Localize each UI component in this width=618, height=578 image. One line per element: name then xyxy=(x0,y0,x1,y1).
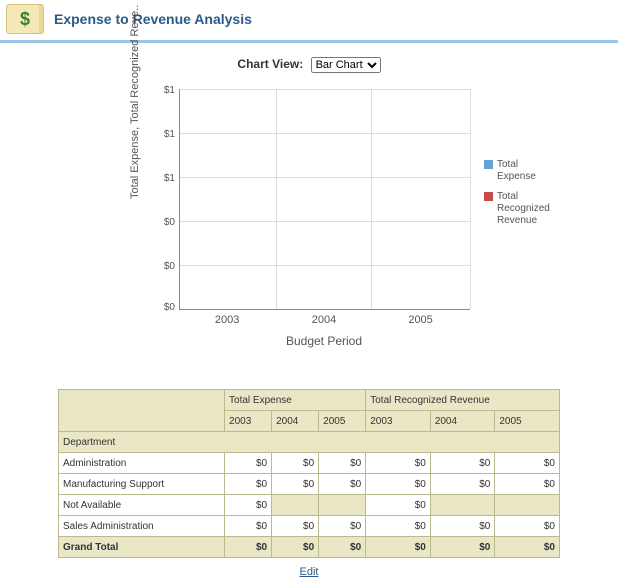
cell: $0 xyxy=(495,516,560,537)
row-group-label: Department xyxy=(59,432,560,453)
x-tick: 2003 xyxy=(215,314,239,326)
chart-view-select[interactable]: Bar Chart xyxy=(311,57,381,73)
chart-legend: Total Expense Total Recognized Revenue xyxy=(484,159,550,235)
department-label: Department xyxy=(59,432,560,453)
cell: $0 xyxy=(225,453,272,474)
empty-cell xyxy=(272,495,319,516)
cell: $0 xyxy=(366,516,431,537)
cell: $0 xyxy=(225,495,272,516)
grid-line xyxy=(180,89,470,90)
grand-total-row: Grand Total $0 $0 $0 $0 $0 $0 xyxy=(59,537,560,558)
cell: $0 xyxy=(319,537,366,558)
cell: $0 xyxy=(319,516,366,537)
cell: $0 xyxy=(225,474,272,495)
table-row: Manufacturing Support $0 $0 $0 $0 $0 $0 xyxy=(59,474,560,495)
cell: $0 xyxy=(272,516,319,537)
cell: $0 xyxy=(366,474,431,495)
edit-row: Edit xyxy=(0,566,618,578)
table-corner-cell xyxy=(59,390,225,432)
table-row: Not Available $0 $0 xyxy=(59,495,560,516)
cell: $0 xyxy=(366,453,431,474)
legend-label: Total Expense xyxy=(497,159,536,183)
y-axis-title: Total Expense, Total Recognized Reve.. xyxy=(129,5,141,199)
cell: $0 xyxy=(319,453,366,474)
y-axis-ticks: $1 $1 $1 $0 $0 $0 xyxy=(149,85,175,311)
legend-item-total-expense: Total Expense xyxy=(484,159,550,183)
x-tick: 2004 xyxy=(312,314,336,326)
grid-line xyxy=(180,177,470,178)
cell: $0 xyxy=(430,474,495,495)
y-tick: $0 xyxy=(164,261,175,272)
empty-cell xyxy=(319,495,366,516)
dollar-glyph: $ xyxy=(20,9,30,30)
data-table-wrap: Total Expense Total Recognized Revenue 2… xyxy=(58,389,560,558)
year-header: 2004 xyxy=(272,411,319,432)
row-label: Not Available xyxy=(59,495,225,516)
cell: $0 xyxy=(366,537,431,558)
year-header: 2005 xyxy=(495,411,560,432)
data-table: Total Expense Total Recognized Revenue 2… xyxy=(58,389,560,558)
cell: $0 xyxy=(430,453,495,474)
y-tick: $0 xyxy=(164,302,175,313)
chart-view-row: Chart View: Bar Chart xyxy=(0,57,618,73)
empty-cell xyxy=(430,495,495,516)
grid-line xyxy=(180,133,470,134)
legend-item-total-recognized-revenue: Total Recognized Revenue xyxy=(484,191,550,227)
grid-line xyxy=(276,89,277,309)
edit-link[interactable]: Edit xyxy=(300,566,319,578)
empty-cell xyxy=(495,495,560,516)
cell: $0 xyxy=(430,516,495,537)
year-header: 2005 xyxy=(319,411,366,432)
chart-area: Total Expense, Total Recognized Reve.. $… xyxy=(59,79,559,359)
cell: $0 xyxy=(225,516,272,537)
metric-header-total-expense: Total Expense xyxy=(225,390,366,411)
grid-line xyxy=(470,89,471,309)
row-label: Manufacturing Support xyxy=(59,474,225,495)
y-tick: $1 xyxy=(164,173,175,184)
dollar-icon: $ xyxy=(6,4,44,34)
chart-plot xyxy=(179,89,470,310)
y-tick: $0 xyxy=(164,217,175,228)
title-bar: $ Expense to Revenue Analysis xyxy=(0,0,618,43)
row-label: Sales Administration xyxy=(59,516,225,537)
cell: $0 xyxy=(366,495,431,516)
cell: $0 xyxy=(272,453,319,474)
cell: $0 xyxy=(272,474,319,495)
grid-line xyxy=(180,221,470,222)
cell: $0 xyxy=(225,537,272,558)
cell: $0 xyxy=(495,537,560,558)
year-header: 2004 xyxy=(430,411,495,432)
page-title: Expense to Revenue Analysis xyxy=(54,11,252,27)
year-header: 2003 xyxy=(366,411,431,432)
y-tick: $1 xyxy=(164,129,175,140)
cell: $0 xyxy=(319,474,366,495)
metric-header-total-recognized-revenue: Total Recognized Revenue xyxy=(366,390,560,411)
cell: $0 xyxy=(272,537,319,558)
grand-total-label: Grand Total xyxy=(59,537,225,558)
cell: $0 xyxy=(495,474,560,495)
year-header: 2003 xyxy=(225,411,272,432)
x-axis-title: Budget Period xyxy=(179,334,469,348)
grid-line xyxy=(371,89,372,309)
table-header-row: Total Expense Total Recognized Revenue xyxy=(59,390,560,411)
y-tick: $1 xyxy=(164,85,175,96)
legend-swatch-blue xyxy=(484,160,493,169)
cell: $0 xyxy=(495,453,560,474)
x-tick: 2005 xyxy=(408,314,432,326)
legend-swatch-red xyxy=(484,192,493,201)
cell: $0 xyxy=(430,537,495,558)
table-row: Administration $0 $0 $0 $0 $0 $0 xyxy=(59,453,560,474)
table-row: Sales Administration $0 $0 $0 $0 $0 $0 xyxy=(59,516,560,537)
grid-line xyxy=(180,265,470,266)
row-label: Administration xyxy=(59,453,225,474)
chart-view-label: Chart View: xyxy=(237,57,303,71)
legend-label: Total Recognized Revenue xyxy=(497,191,550,227)
